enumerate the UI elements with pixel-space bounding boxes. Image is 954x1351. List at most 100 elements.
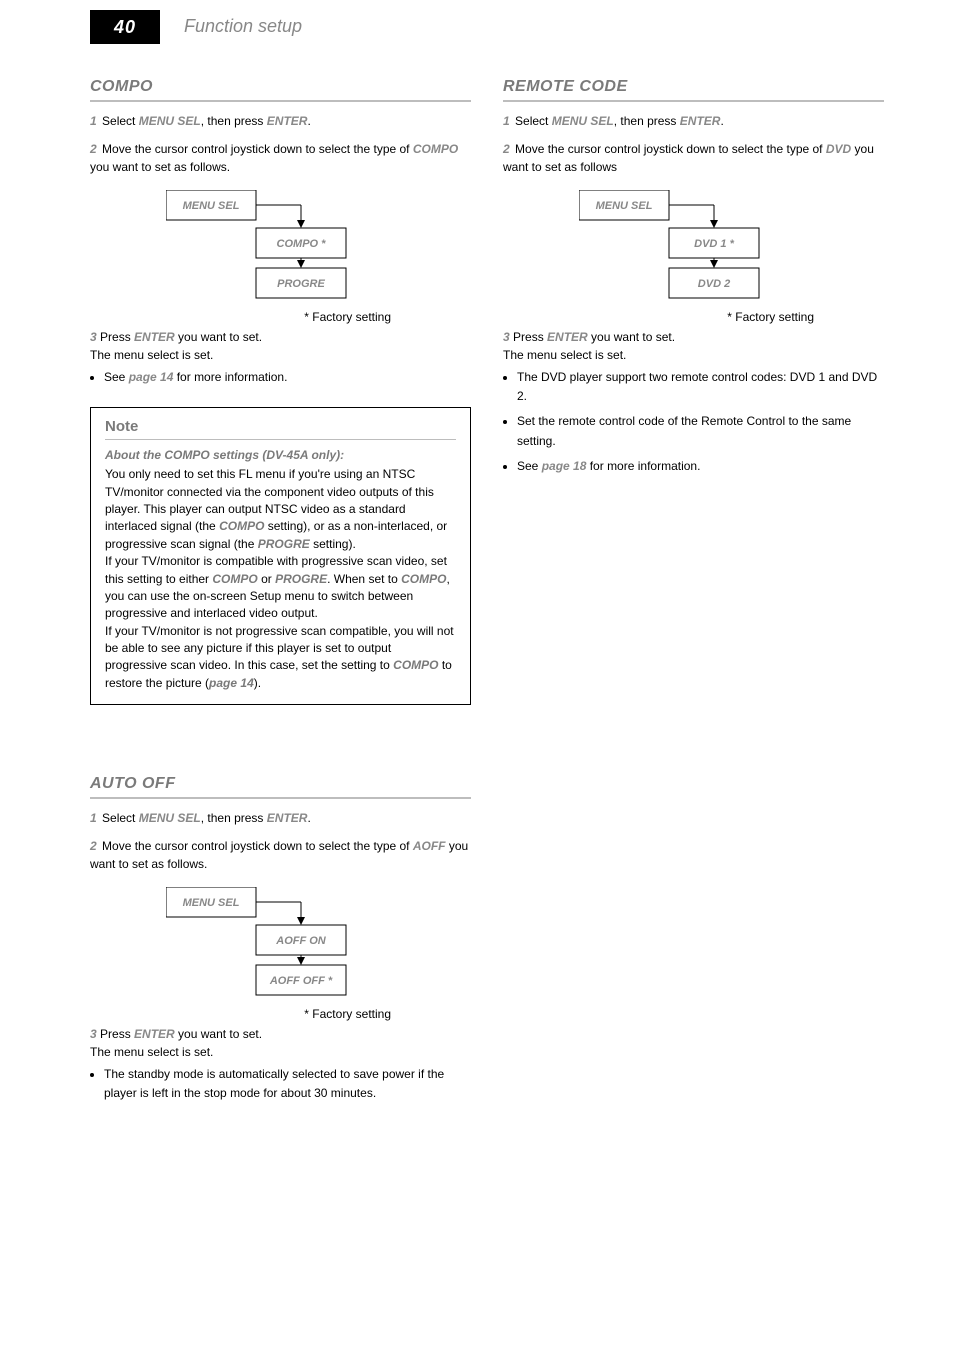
flow-node-progre: PROGRE — [277, 278, 325, 290]
note-title: Note — [105, 418, 456, 435]
text: Select — [102, 114, 139, 128]
text: . — [720, 114, 723, 128]
page-header: 40 Function setup — [0, 10, 954, 50]
page-ref: page 18 — [542, 459, 587, 473]
compo-label: COMPO — [212, 572, 257, 586]
text: ). — [254, 676, 261, 690]
list-item: The standby mode is automatically select… — [104, 1065, 471, 1103]
step-number: 3 — [90, 1027, 97, 1041]
left-column: COMPO 1 Select MENU SEL, then press ENTE… — [90, 50, 471, 1110]
section-title-autooff: AUTO OFF — [90, 705, 471, 799]
factory-setting-label: * Factory setting — [90, 1007, 391, 1021]
section-title-remote: REMOTE CODE — [503, 50, 884, 102]
text: Move the cursor control joystick down to… — [515, 142, 826, 156]
progre-label: PROGRE — [258, 537, 310, 551]
menu-set-text: The menu select is set. — [90, 346, 471, 364]
text: Press — [100, 1027, 134, 1041]
flow-node-menusel: MENU SEL — [182, 200, 239, 212]
text: . When set to — [327, 572, 401, 586]
text: you want to set. — [175, 330, 262, 344]
dvd-label: DVD — [826, 142, 851, 156]
text: Move the cursor control joystick down to… — [102, 839, 413, 853]
step-number: 3 — [503, 330, 510, 344]
text: Press — [513, 330, 547, 344]
text: you want to set. — [588, 330, 675, 344]
autooff-step1: 1 Select MENU SEL, then press ENTER. — [90, 809, 471, 827]
factory-setting-label: * Factory setting — [90, 310, 391, 324]
enter-label: ENTER — [267, 811, 308, 825]
flow-node-dvd1: DVD 1 * — [694, 238, 734, 250]
header-title: Function setup — [184, 10, 302, 37]
right-column: REMOTE CODE 1 Select MENU SEL, then pres… — [503, 50, 884, 1110]
note-divider — [105, 439, 456, 440]
note-paragraph-1: You only need to set this FL menu if you… — [105, 466, 456, 553]
enter-label: ENTER — [134, 1027, 175, 1041]
flow-node-menusel: MENU SEL — [595, 200, 652, 212]
list-item: Set the remote control code of the Remot… — [517, 412, 884, 450]
enter-label: ENTER — [134, 330, 175, 344]
step-number: 1 — [90, 114, 97, 128]
progre-label: PROGRE — [275, 572, 327, 586]
text: , then press — [201, 114, 267, 128]
autooff-flow-diagram: MENU SEL AOFF ON AOFF OFF * — [90, 887, 471, 997]
autooff-bullets: The standby mode is automatically select… — [90, 1065, 471, 1103]
text: or — [258, 572, 275, 586]
text: you want to set as follows. — [90, 160, 230, 174]
menu-sel-label: MENU SEL — [552, 114, 614, 128]
text: . — [307, 811, 310, 825]
text: Move the cursor control joystick down to… — [102, 142, 413, 156]
compo-flow-diagram: MENU SEL COMPO * PROGRE — [90, 190, 471, 300]
step-number: 2 — [90, 142, 97, 156]
flow-node-aoff-on: AOFF ON — [275, 935, 327, 947]
enter-label: ENTER — [267, 114, 308, 128]
autooff-step2: 2 Move the cursor control joystick down … — [90, 837, 471, 873]
page-number: 40 — [114, 17, 136, 38]
section-title-compo: COMPO — [90, 50, 471, 102]
menu-sel-label: MENU SEL — [139, 811, 201, 825]
compo-label: COMPO — [413, 142, 458, 156]
list-item: See page 18 for more information. — [517, 457, 884, 476]
note-paragraph-3: If your TV/monitor is not progressive sc… — [105, 623, 456, 693]
compo-step3: 3 Press ENTER you want to set. — [90, 328, 471, 346]
step-number: 1 — [503, 114, 510, 128]
compo-step2: 2 Move the cursor control joystick down … — [90, 140, 471, 176]
text: Press — [100, 330, 134, 344]
flow-node-dvd2: DVD 2 — [697, 278, 729, 290]
text: , then press — [614, 114, 680, 128]
step-number: 2 — [503, 142, 510, 156]
autooff-step3: 3 Press ENTER you want to set. — [90, 1025, 471, 1043]
note-paragraph-2: If your TV/monitor is compatible with pr… — [105, 553, 456, 623]
text: , then press — [201, 811, 267, 825]
note-subtitle: About the COMPO settings (DV-45A only): — [105, 448, 456, 462]
step-number: 3 — [90, 330, 97, 344]
compo-label: COMPO — [393, 658, 438, 672]
remote-bullets: The DVD player support two remote contro… — [503, 368, 884, 476]
text: See — [517, 459, 542, 473]
text: you want to set. — [175, 1027, 262, 1041]
menu-set-text: The menu select is set. — [503, 346, 884, 364]
step-number: 1 — [90, 811, 97, 825]
menu-set-text: The menu select is set. — [90, 1043, 471, 1061]
compo-step1: 1 Select MENU SEL, then press ENTER. — [90, 112, 471, 130]
menu-sel-label: MENU SEL — [139, 114, 201, 128]
page-ref: page 14 — [209, 676, 254, 690]
text: Select — [515, 114, 552, 128]
page-ref: page 14 — [129, 370, 174, 384]
text: for more information. — [586, 459, 700, 473]
list-item: The DVD player support two remote contro… — [517, 368, 884, 406]
flow-node-aoff-off: AOFF OFF * — [268, 975, 332, 987]
list-item: See page 14 for more information. — [104, 368, 471, 387]
flow-node-compo: COMPO * — [276, 238, 326, 250]
note-box: Note About the COMPO settings (DV-45A on… — [90, 407, 471, 705]
text: Select — [102, 811, 139, 825]
aoff-label: AOFF — [413, 839, 446, 853]
text: . — [307, 114, 310, 128]
remote-step2: 2 Move the cursor control joystick down … — [503, 140, 884, 176]
compo-label: COMPO — [401, 572, 446, 586]
text: for more information. — [173, 370, 287, 384]
compo-label: COMPO — [219, 519, 264, 533]
flow-node-menusel: MENU SEL — [182, 897, 239, 909]
remote-step1: 1 Select MENU SEL, then press ENTER. — [503, 112, 884, 130]
enter-label: ENTER — [680, 114, 721, 128]
columns: COMPO 1 Select MENU SEL, then press ENTE… — [0, 50, 954, 1110]
